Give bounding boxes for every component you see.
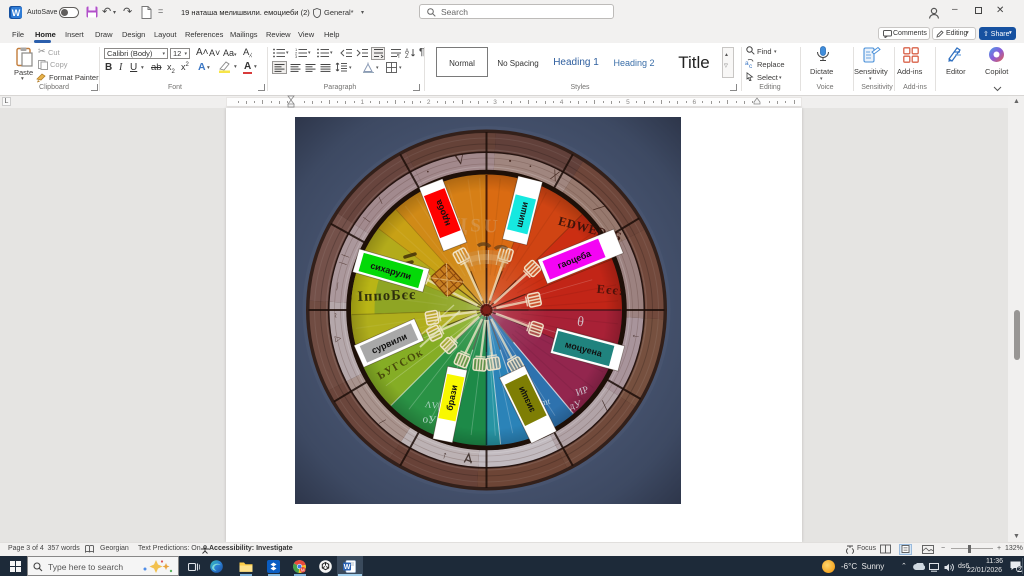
svg-text:3: 3 bbox=[295, 54, 298, 58]
svg-text:Eєє:: Eєє: bbox=[596, 282, 624, 298]
svg-text:оУ: оУ bbox=[422, 413, 437, 426]
svg-text:~: ~ bbox=[331, 313, 341, 318]
svg-text:ΛV|: ΛV| bbox=[424, 399, 440, 411]
svg-text:¶: ¶ bbox=[397, 54, 400, 58]
svg-text:Z: Z bbox=[405, 54, 409, 58]
svg-text:IппоБєє: IппоБєє bbox=[357, 287, 416, 305]
svg-text:c: c bbox=[749, 63, 753, 68]
svg-text:M: M bbox=[301, 568, 305, 573]
svg-text:W: W bbox=[12, 8, 21, 18]
svg-text:W: W bbox=[344, 564, 351, 571]
